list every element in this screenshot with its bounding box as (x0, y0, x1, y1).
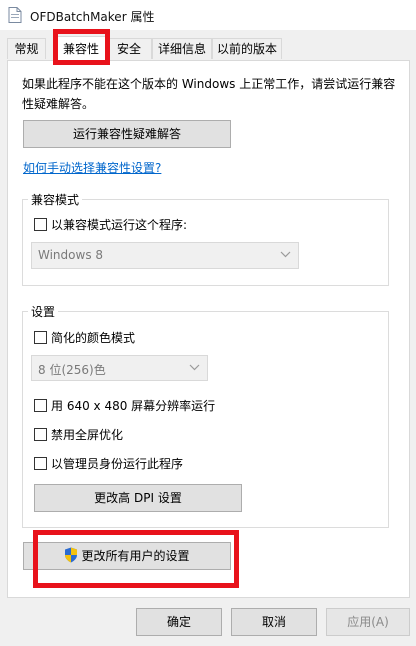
compat-os-select[interactable]: Windows 8 (31, 242, 299, 269)
tab-compatibility[interactable]: 兼容性 (56, 36, 106, 61)
change-all-users-button[interactable]: 更改所有用户的设置 (23, 542, 231, 570)
compat-os-value: Windows 8 (38, 248, 104, 262)
window-title: OFDBatchMaker 属性 (30, 10, 155, 24)
color-depth-select[interactable]: 8 位(256)色 (31, 355, 208, 381)
tab-general[interactable]: 常规 (7, 38, 46, 59)
disable-fullscreen-checkbox[interactable] (34, 428, 47, 441)
run-as-admin-checkbox[interactable] (34, 457, 47, 470)
apply-button[interactable]: 应用(A) (326, 608, 410, 636)
tab-details[interactable]: 详细信息 (152, 38, 212, 59)
chevron-down-icon (280, 251, 291, 258)
shield-icon (65, 547, 78, 563)
ok-button[interactable]: 确定 (136, 608, 222, 636)
disable-fullscreen-label: 禁用全屏优化 (51, 428, 124, 442)
settings-legend: 设置 (28, 303, 59, 320)
compat-mode-legend: 兼容模式 (28, 191, 83, 208)
cancel-button[interactable]: 取消 (231, 608, 317, 636)
color-depth-value: 8 位(256)色 (38, 363, 106, 377)
reduced-color-checkbox[interactable] (34, 331, 47, 344)
intro-text: 如果此程序不能在这个版本的 Windows 上正常工作，请尝试运行兼容性疑难解答… (22, 77, 396, 111)
run-troubleshooter-button[interactable]: 运行兼容性疑难解答 (23, 120, 231, 148)
manual-settings-link[interactable]: 如何手动选择兼容性设置? (23, 159, 161, 176)
title-bar: OFDBatchMaker 属性 (0, 0, 416, 30)
compat-mode-checkbox-label: 以兼容模式运行这个程序: (51, 218, 188, 232)
res-640-label: 用 640 x 480 屏幕分辨率运行 (51, 399, 216, 413)
tab-security[interactable]: 安全 (106, 38, 152, 59)
run-as-admin-label: 以管理员身份运行此程序 (51, 457, 184, 471)
compat-mode-checkbox[interactable] (34, 218, 47, 231)
change-dpi-button[interactable]: 更改高 DPI 设置 (34, 484, 242, 512)
change-all-users-label: 更改所有用户的设置 (81, 549, 190, 563)
chevron-down-icon (189, 364, 200, 371)
tab-previous-versions[interactable]: 以前的版本 (212, 38, 282, 59)
document-icon (8, 7, 22, 23)
res-640-checkbox[interactable] (34, 399, 47, 412)
reduced-color-label: 简化的颜色模式 (51, 331, 136, 345)
